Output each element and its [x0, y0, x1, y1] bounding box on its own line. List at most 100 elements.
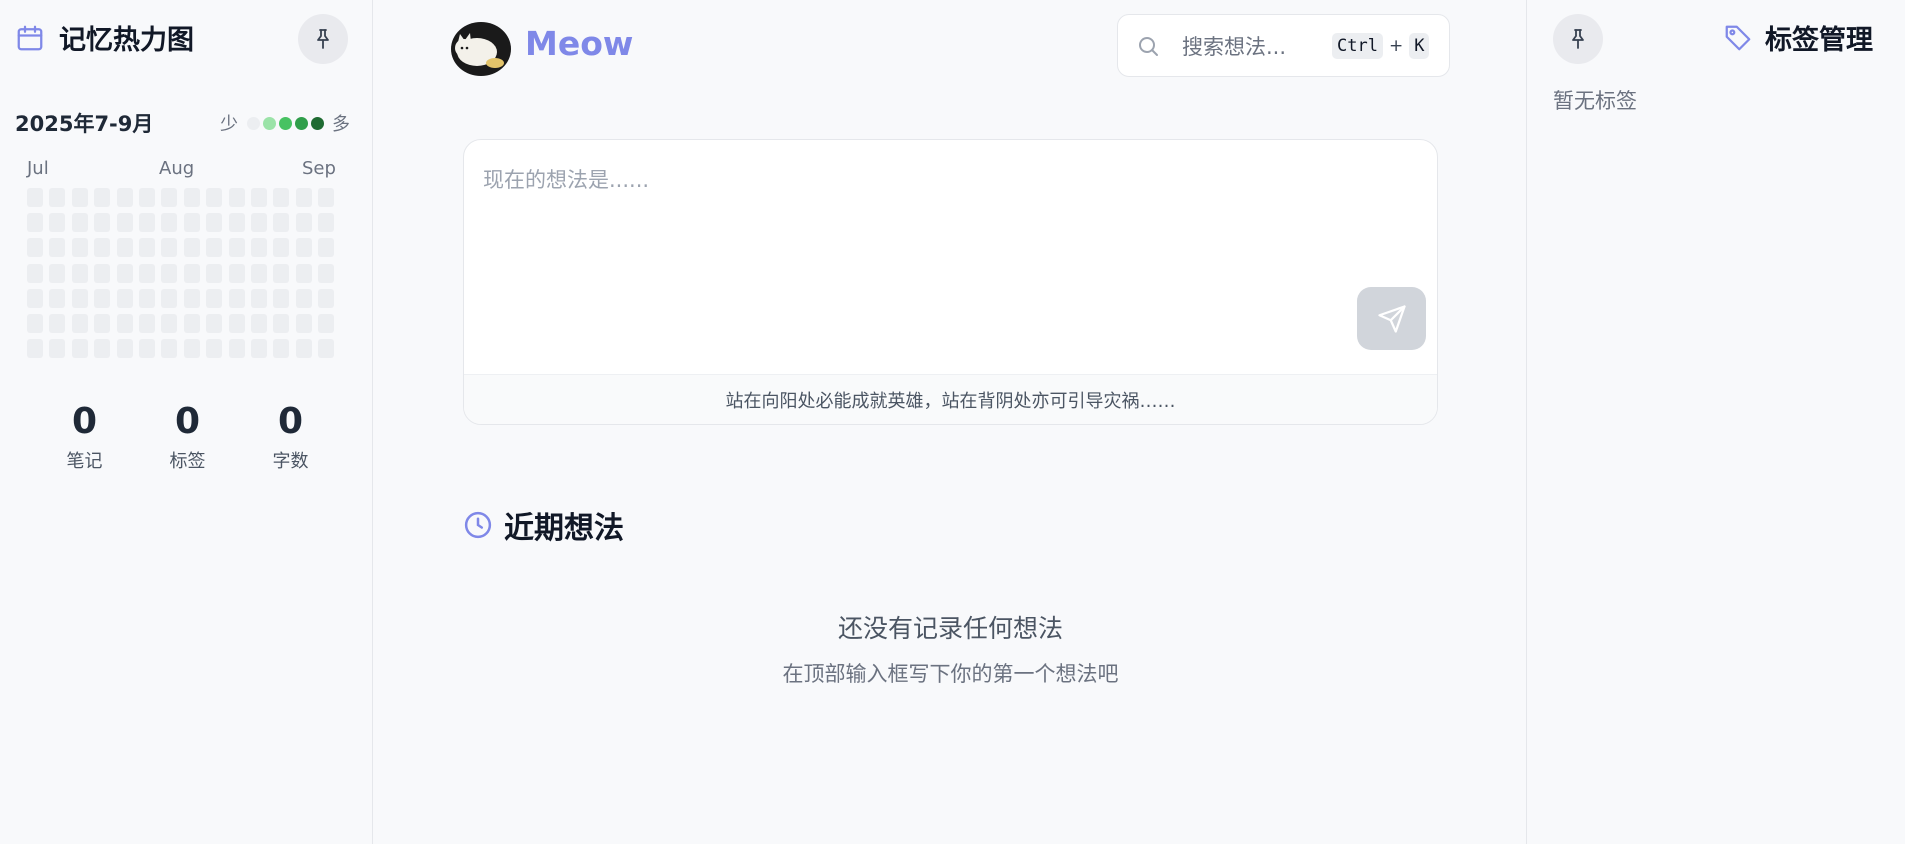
heatmap-cell[interactable]	[116, 313, 133, 333]
pin-right-sidebar-button[interactable]	[1553, 14, 1603, 64]
heatmap-cell[interactable]	[49, 263, 66, 283]
heatmap-cell[interactable]	[116, 339, 133, 359]
heatmap-cell[interactable]	[183, 238, 200, 258]
heatmap-cell[interactable]	[138, 288, 155, 308]
heatmap-cell[interactable]	[94, 339, 111, 359]
heatmap-cell[interactable]	[49, 213, 66, 233]
heatmap-cell[interactable]	[318, 288, 335, 308]
heatmap-cell[interactable]	[228, 339, 245, 359]
heatmap-cell[interactable]	[27, 288, 43, 308]
heatmap-cell[interactable]	[228, 238, 245, 258]
heatmap-cell[interactable]	[71, 313, 88, 333]
heatmap-cell[interactable]	[138, 188, 155, 207]
heatmap-cell[interactable]	[49, 238, 66, 258]
heatmap-cell[interactable]	[295, 339, 312, 359]
heatmap-cell[interactable]	[273, 313, 290, 333]
heatmap-cell[interactable]	[94, 288, 111, 308]
heatmap-cell[interactable]	[250, 188, 267, 207]
heatmap-cell[interactable]	[94, 188, 111, 207]
heatmap-cell[interactable]	[183, 313, 200, 333]
heatmap-cell[interactable]	[138, 213, 155, 233]
heatmap-cell[interactable]	[318, 313, 335, 333]
heatmap-cell[interactable]	[295, 263, 312, 283]
heatmap-cell[interactable]	[206, 213, 223, 233]
heatmap-cell[interactable]	[94, 263, 111, 283]
heatmap-cell[interactable]	[49, 339, 66, 359]
heatmap-cell[interactable]	[250, 238, 267, 258]
heatmap-cell[interactable]	[273, 339, 290, 359]
heatmap-cell[interactable]	[71, 263, 88, 283]
heatmap-cell[interactable]	[94, 238, 111, 258]
heatmap-cell[interactable]	[49, 288, 66, 308]
heatmap-cell[interactable]	[273, 238, 290, 258]
heatmap-cell[interactable]	[206, 188, 223, 207]
heatmap-cell[interactable]	[318, 238, 335, 258]
heatmap-cell[interactable]	[228, 313, 245, 333]
heatmap-cell[interactable]	[228, 263, 245, 283]
heatmap-cell[interactable]	[295, 313, 312, 333]
heatmap-cell[interactable]	[116, 188, 133, 207]
heatmap-cell[interactable]	[273, 263, 290, 283]
thought-composer[interactable]: 现在的想法是...... 站在向阳处必能成就英雄，站在背阴处亦可引导灾祸……	[463, 139, 1438, 425]
heatmap-cell[interactable]	[161, 313, 178, 333]
heatmap-cell[interactable]	[27, 188, 43, 207]
heatmap-cell[interactable]	[27, 238, 43, 258]
heatmap-cell[interactable]	[71, 339, 88, 359]
heatmap-cell[interactable]	[116, 263, 133, 283]
heatmap-cell[interactable]	[161, 339, 178, 359]
heatmap-cell[interactable]	[49, 313, 66, 333]
heatmap-cell[interactable]	[318, 339, 335, 359]
heatmap-cell[interactable]	[161, 238, 178, 258]
heatmap-cell[interactable]	[206, 313, 223, 333]
heatmap-cell[interactable]	[71, 288, 88, 308]
heatmap-cell[interactable]	[318, 213, 335, 233]
send-button[interactable]	[1357, 287, 1426, 350]
heatmap-cell[interactable]	[138, 238, 155, 258]
heatmap-cell[interactable]	[273, 288, 290, 308]
heatmap-cell[interactable]	[116, 288, 133, 308]
heatmap-cell[interactable]	[27, 263, 43, 283]
heatmap-cell[interactable]	[183, 213, 200, 233]
thought-input[interactable]: 现在的想法是......	[483, 164, 649, 194]
heatmap-cell[interactable]	[295, 288, 312, 308]
heatmap-cell[interactable]	[250, 339, 267, 359]
heatmap-cell[interactable]	[228, 288, 245, 308]
cat-logo[interactable]	[450, 20, 512, 77]
heatmap-cell[interactable]	[273, 213, 290, 233]
brand-name[interactable]: Meow	[525, 24, 633, 63]
heatmap-cell[interactable]	[138, 263, 155, 283]
heatmap-cell[interactable]	[161, 288, 178, 308]
heatmap-cell[interactable]	[183, 288, 200, 308]
heatmap-cell[interactable]	[250, 288, 267, 308]
search-box[interactable]: 搜索想法... Ctrl + K	[1117, 14, 1450, 77]
heatmap-cell[interactable]	[250, 263, 267, 283]
heatmap-cell[interactable]	[49, 188, 66, 207]
heatmap-cell[interactable]	[27, 339, 43, 359]
heatmap-cell[interactable]	[206, 238, 223, 258]
heatmap-cell[interactable]	[318, 188, 335, 207]
heatmap-cell[interactable]	[71, 213, 88, 233]
heatmap-cell[interactable]	[318, 263, 335, 283]
heatmap-cell[interactable]	[161, 213, 178, 233]
heatmap-cell[interactable]	[138, 339, 155, 359]
heatmap-cell[interactable]	[183, 339, 200, 359]
heatmap-cell[interactable]	[27, 213, 43, 233]
heatmap-cell[interactable]	[206, 339, 223, 359]
heatmap-cell[interactable]	[228, 188, 245, 207]
heatmap-cell[interactable]	[71, 188, 88, 207]
heatmap-cell[interactable]	[183, 263, 200, 283]
heatmap-cell[interactable]	[295, 238, 312, 258]
search-input[interactable]: 搜索想法...	[1182, 31, 1332, 61]
heatmap-cell[interactable]	[295, 188, 312, 207]
heatmap-cell[interactable]	[161, 188, 178, 207]
heatmap-cell[interactable]	[295, 213, 312, 233]
heatmap-cell[interactable]	[138, 313, 155, 333]
heatmap-cell[interactable]	[94, 213, 111, 233]
heatmap-cell[interactable]	[161, 263, 178, 283]
heatmap-cell[interactable]	[250, 213, 267, 233]
heatmap-cell[interactable]	[116, 238, 133, 258]
heatmap-cell[interactable]	[94, 313, 111, 333]
heatmap-cell[interactable]	[71, 238, 88, 258]
heatmap-cell[interactable]	[206, 288, 223, 308]
heatmap-cell[interactable]	[250, 313, 267, 333]
